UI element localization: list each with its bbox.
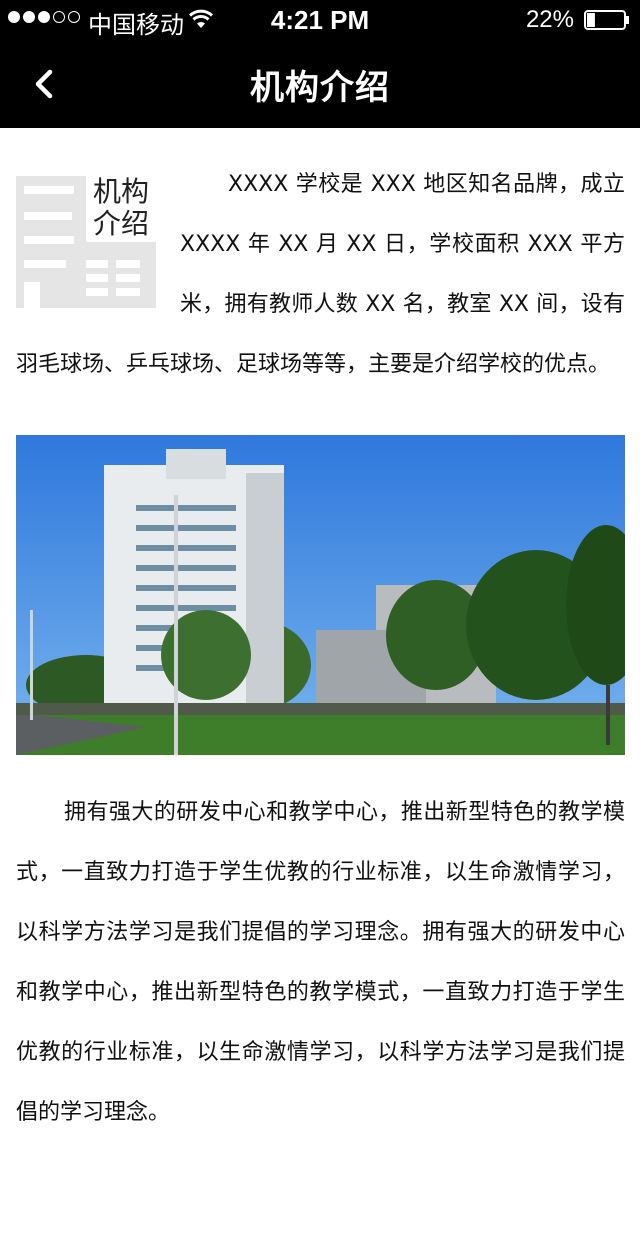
- navigation-bar: 机构介绍: [0, 40, 640, 128]
- body-paragraph: 拥有强大的研发中心和教学中心，推出新型特色的教学模式，一直致力打造于学生优教的行…: [16, 800, 625, 1125]
- battery-percent: 22%: [525, 6, 574, 33]
- status-bar: 中国移动 4:21 PM 22%: [0, 0, 640, 40]
- page-content: 机构 介绍 XXXX 学校是 XXX 地区知名品牌，成立 XXXX 年 XX 月…: [16, 155, 625, 1143]
- page-title: 机构介绍: [250, 68, 390, 108]
- campus-building-photo: [16, 435, 625, 755]
- logo-label: 机构 介绍: [86, 176, 156, 242]
- section-logo: 机构 介绍: [16, 176, 156, 308]
- battery-icon: [584, 10, 629, 30]
